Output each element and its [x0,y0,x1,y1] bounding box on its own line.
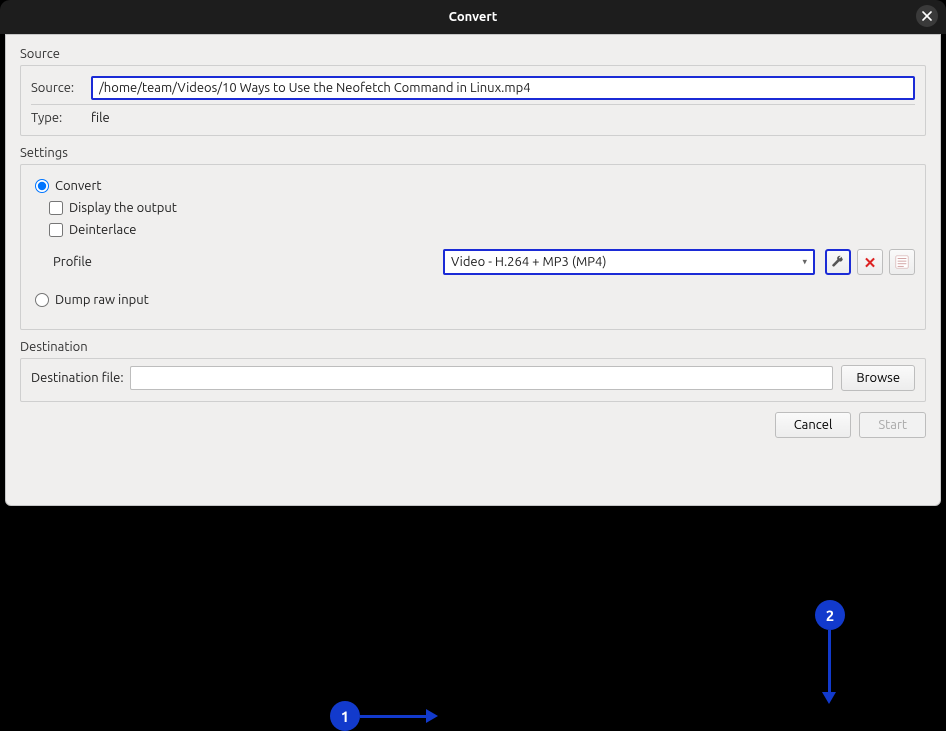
profile-select[interactable]: Video - H.264 + MP3 (MP4) [443,249,815,275]
destination-file-input[interactable] [130,366,834,390]
dump-raw-radio[interactable] [35,293,49,307]
new-profile-button[interactable] [889,249,915,275]
annotation-badge-1: 1 [330,701,360,731]
cancel-button[interactable]: Cancel [775,412,852,438]
destination-file-label: Destination file: [31,371,124,385]
delete-profile-button[interactable]: ✕ [857,249,883,275]
annotation-badge-2: 2 [815,600,845,630]
display-output-checkbox[interactable] [49,201,63,215]
titlebar: Convert [0,0,946,34]
wrench-icon [831,255,845,269]
deinterlace-checkbox[interactable] [49,223,63,237]
type-label: Type: [31,111,91,125]
source-section-label: Source [20,47,926,61]
annotation-arrow-1 [360,715,428,718]
delete-icon: ✕ [864,255,877,270]
profile-row: Profile Video - H.264 + MP3 (MP4) ▾ ✕ [53,249,915,275]
source-path-input[interactable] [91,76,915,100]
destination-group: Destination file: Browse [20,358,926,402]
display-output-label: Display the output [69,201,177,215]
source-field-label: Source: [31,81,91,95]
profile-label: Profile [53,255,113,269]
annotation-arrow-2 [828,630,831,694]
type-value: file [91,111,110,125]
window-title: Convert [449,10,498,24]
close-icon [922,11,932,21]
list-icon [895,255,909,269]
annotation-arrowhead-2 [822,692,836,704]
settings-group: Convert Display the output Deinterlace P… [20,164,926,330]
convert-radio[interactable] [35,179,49,193]
dialog-content: Source Source: Type: file Settings Conve… [5,34,941,506]
close-button[interactable] [916,5,938,27]
convert-dialog-window: Convert Source Source: Type: file Settin… [0,0,946,511]
edit-profile-button[interactable] [825,249,851,275]
deinterlace-label: Deinterlace [69,223,136,237]
dump-raw-label: Dump raw input [55,293,149,307]
dialog-button-bar: Cancel Start [20,412,926,438]
convert-radio-label: Convert [55,179,102,193]
browse-button[interactable]: Browse [841,365,915,391]
source-group: Source: Type: file [20,65,926,136]
destination-section-label: Destination [20,340,926,354]
start-button[interactable]: Start [859,412,926,438]
settings-section-label: Settings [20,146,926,160]
annotation-arrowhead-1 [426,709,438,723]
